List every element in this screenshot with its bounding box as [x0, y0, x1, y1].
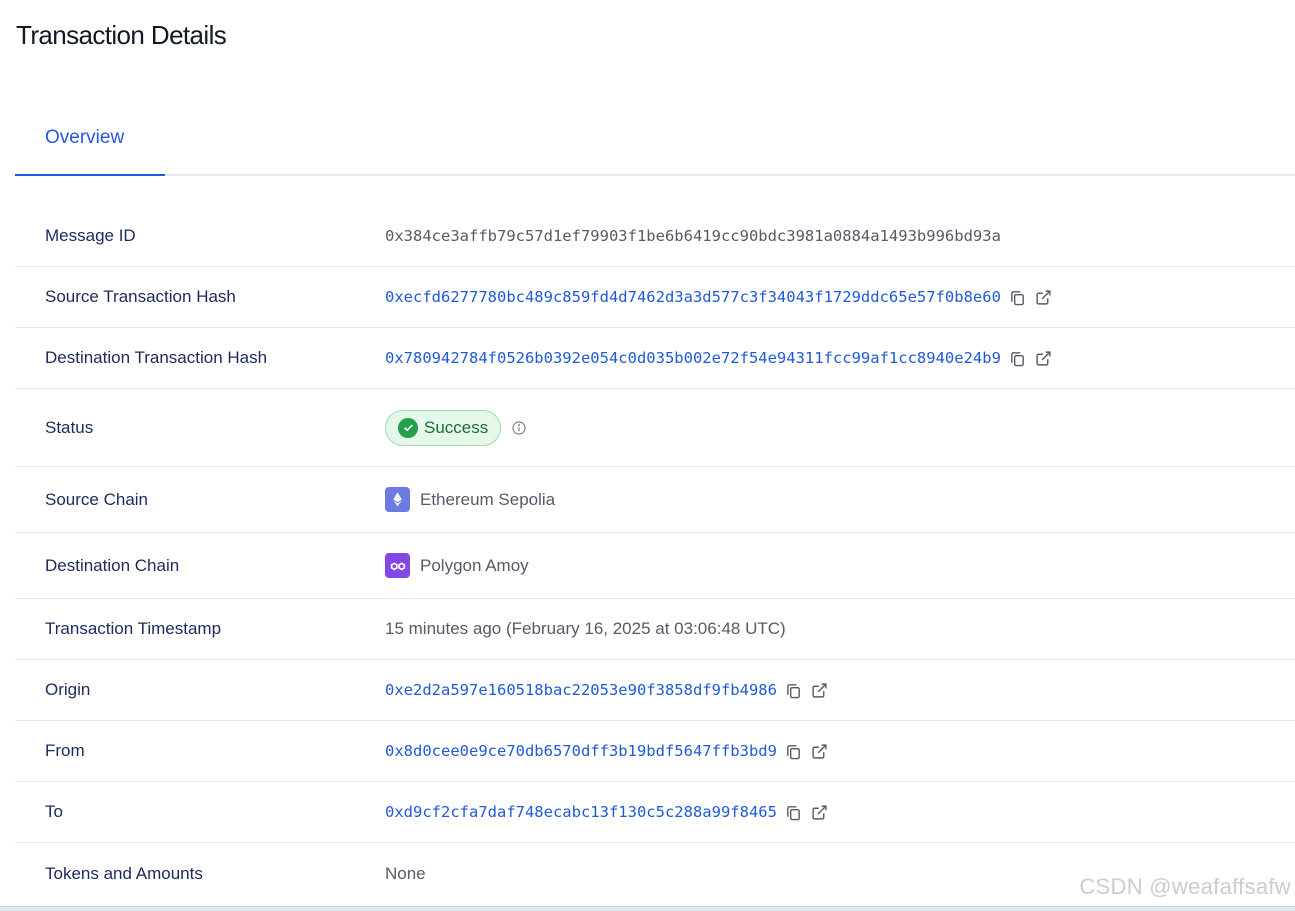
- row-value: 0x780942784f0526b0392e054c0d035b002e72f5…: [385, 349, 1053, 367]
- external-link-icon[interactable]: [811, 742, 829, 760]
- row-message-id: Message ID 0x384ce3affb79c57d1ef79903f1b…: [15, 205, 1295, 267]
- copy-icon[interactable]: [785, 742, 803, 760]
- row-value: 0xd9cf2cfa7daf748ecabc13f130c5c288a99f84…: [385, 803, 829, 821]
- tab-bar: Overview: [15, 112, 1295, 176]
- copy-icon[interactable]: [785, 803, 803, 821]
- info-icon[interactable]: [511, 420, 527, 436]
- transaction-details-page: Transaction Details Overview Message ID …: [0, 0, 1295, 911]
- row-label: Message ID: [45, 225, 136, 245]
- details-table: Message ID 0x384ce3affb79c57d1ef79903f1b…: [15, 205, 1295, 904]
- watermark: CSDN @weafaffsafw: [1079, 874, 1291, 899]
- row-value: 0xe2d2a597e160518bac22053e90f3858df9fb49…: [385, 681, 829, 699]
- row-label: From: [45, 741, 85, 760]
- tokens-value: None: [385, 863, 426, 883]
- row-label: Tokens and Amounts: [45, 863, 203, 883]
- timestamp-value: 15 minutes ago (February 16, 2025 at 03:…: [385, 619, 786, 638]
- polygon-icon: [385, 553, 410, 578]
- row-source-chain: Source Chain Ethereum Sepolia: [15, 467, 1295, 533]
- row-status: Status Success: [15, 389, 1295, 467]
- row-label: To: [45, 802, 63, 821]
- external-link-icon[interactable]: [811, 681, 829, 699]
- dest-tx-hash-link[interactable]: 0x780942784f0526b0392e054c0d035b002e72f5…: [385, 349, 1001, 367]
- from-address-link[interactable]: 0x8d0cee0e9ce70db6570dff3b19bdf5647ffb3b…: [385, 742, 777, 760]
- page-title: Transaction Details: [16, 20, 227, 50]
- row-label: Source Chain: [45, 489, 149, 509]
- external-link-icon[interactable]: [811, 803, 829, 821]
- row-source-tx-hash: Source Transaction Hash 0xecfd6277780bc4…: [15, 267, 1295, 328]
- row-label: Source Transaction Hash: [45, 287, 236, 306]
- row-dest-tx-hash: Destination Transaction Hash 0x780942784…: [15, 328, 1295, 389]
- copy-icon[interactable]: [1009, 288, 1027, 306]
- row-value: Ethereum Sepolia: [385, 487, 555, 512]
- row-value: None: [385, 864, 426, 884]
- source-chain-name: Ethereum Sepolia: [420, 489, 556, 509]
- check-circle-icon: [398, 417, 418, 438]
- external-link-icon[interactable]: [1035, 349, 1053, 367]
- row-value: 15 minutes ago (February 16, 2025 at 03:…: [385, 619, 786, 639]
- row-value: 0xecfd6277780bc489c859fd4d7462d3a3d577c3…: [385, 288, 1053, 306]
- row-dest-chain: Destination Chain Polygon Amoy: [15, 533, 1295, 599]
- row-value: 0x8d0cee0e9ce70db6570dff3b19bdf5647ffb3b…: [385, 742, 829, 760]
- bottom-scroll-edge: [0, 906, 1295, 911]
- row-value: Polygon Amoy: [385, 553, 529, 578]
- row-label: Origin: [45, 680, 91, 699]
- message-id-value: 0x384ce3affb79c57d1ef79903f1be6b6419cc90…: [385, 226, 1001, 245]
- to-address-link[interactable]: 0xd9cf2cfa7daf748ecabc13f130c5c288a99f84…: [385, 803, 777, 821]
- copy-icon[interactable]: [1009, 349, 1027, 367]
- origin-address-link[interactable]: 0xe2d2a597e160518bac22053e90f3858df9fb49…: [385, 681, 777, 699]
- ethereum-icon: [385, 487, 410, 512]
- external-link-icon[interactable]: [1035, 288, 1053, 306]
- row-from: From 0x8d0cee0e9ce70db6570dff3b19bdf5647…: [15, 721, 1295, 782]
- row-to: To 0xd9cf2cfa7daf748ecabc13f130c5c288a99…: [15, 782, 1295, 843]
- copy-icon[interactable]: [785, 681, 803, 699]
- status-text: Success: [424, 417, 489, 437]
- source-tx-hash-link[interactable]: 0xecfd6277780bc489c859fd4d7462d3a3d577c3…: [385, 288, 1001, 306]
- row-label: Destination Transaction Hash: [45, 348, 268, 367]
- row-label: Transaction Timestamp: [45, 619, 222, 638]
- status-badge: Success: [385, 409, 502, 446]
- dest-chain-name: Polygon Amoy: [420, 555, 529, 575]
- row-value: Success: [385, 409, 527, 446]
- row-label: Destination Chain: [45, 555, 180, 575]
- row-label: Status: [45, 417, 94, 437]
- row-timestamp: Transaction Timestamp 15 minutes ago (Fe…: [15, 599, 1295, 660]
- row-value: 0x384ce3affb79c57d1ef79903f1be6b6419cc90…: [385, 227, 1001, 245]
- row-origin: Origin 0xe2d2a597e160518bac22053e90f3858…: [15, 660, 1295, 721]
- tab-overview[interactable]: Overview: [15, 112, 165, 176]
